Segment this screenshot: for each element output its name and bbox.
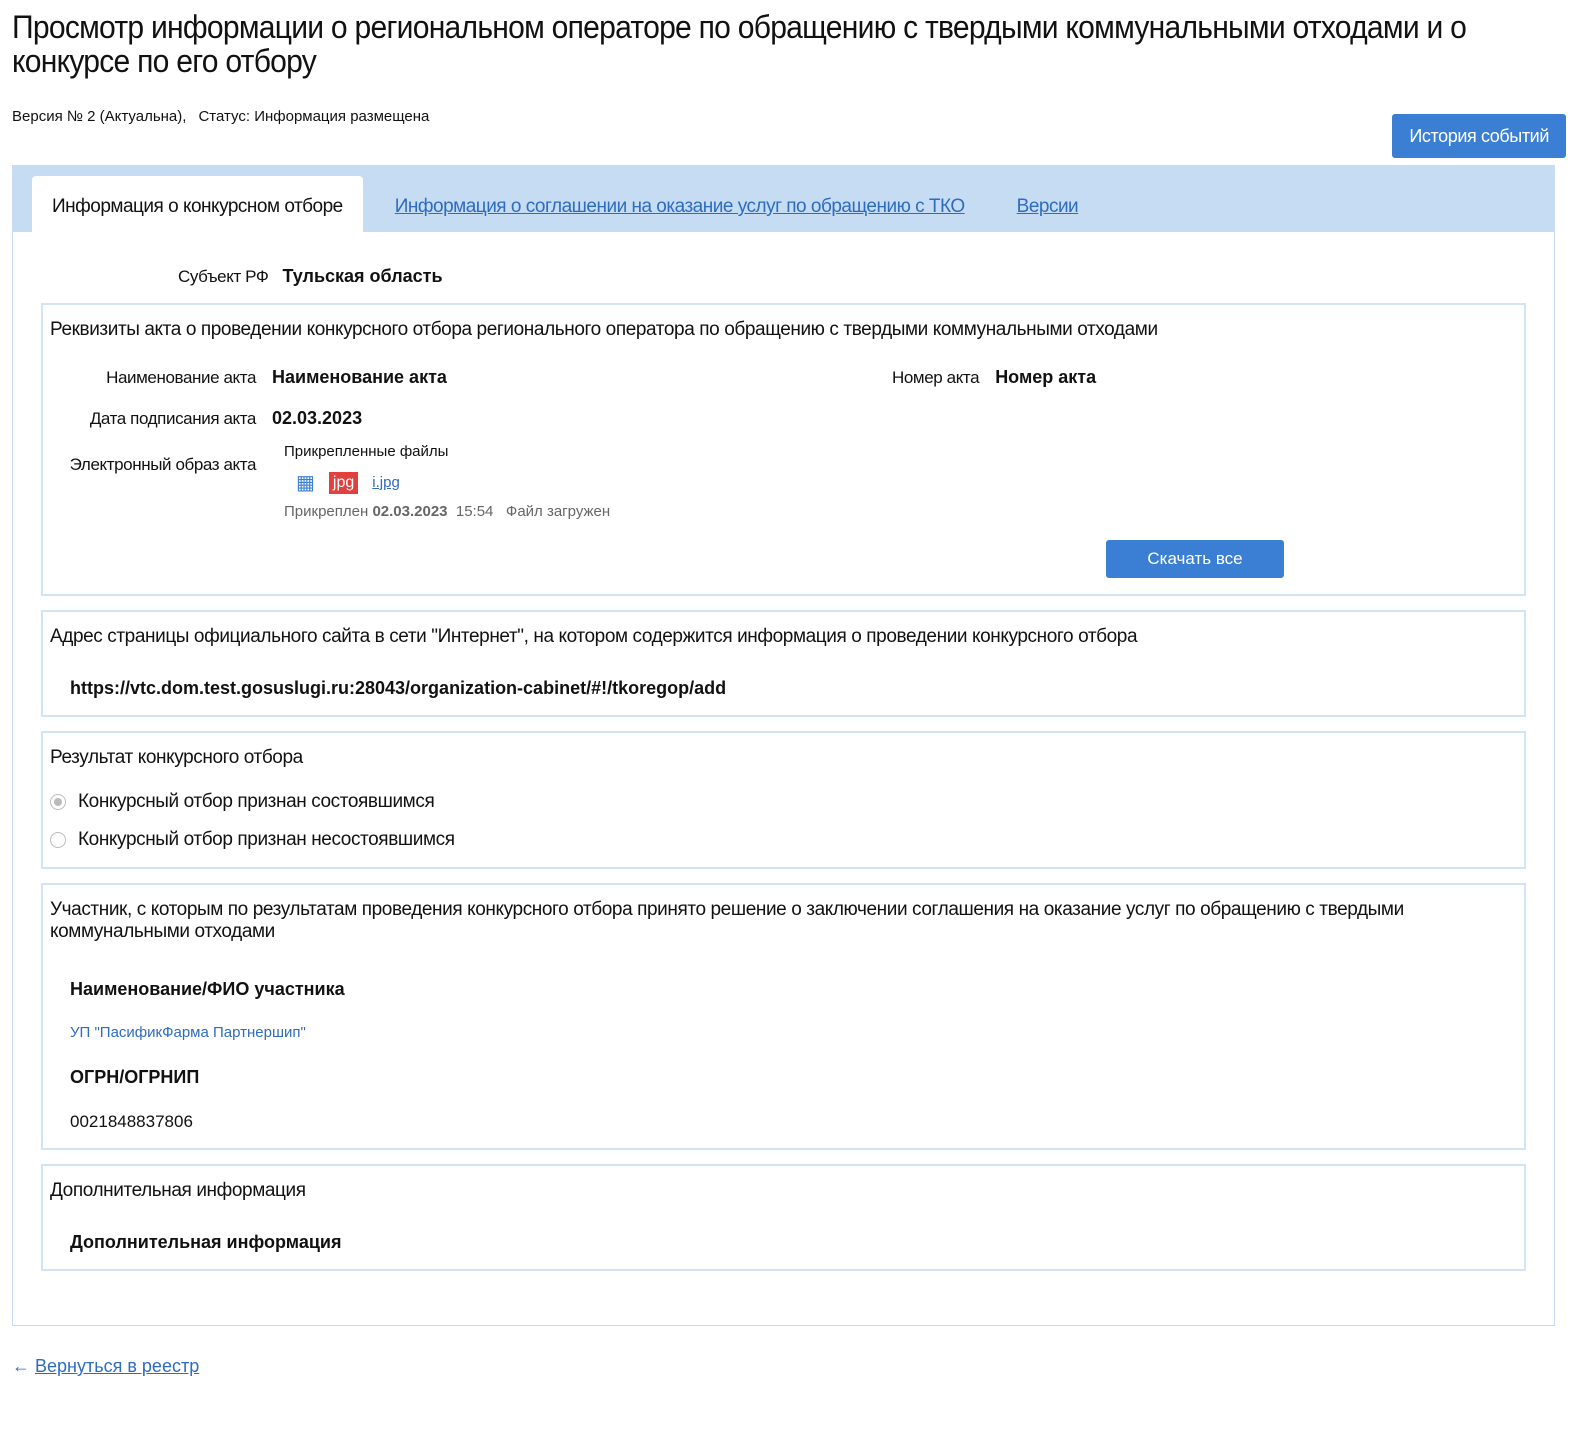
tab-agreement-info[interactable]: Информация о соглашении на оказание услу… [375, 176, 985, 232]
signature-icon[interactable]: ▦ [296, 470, 315, 495]
section-title: Дополнительная информация [50, 1180, 306, 1201]
act-date-label: Дата подписания акта [89, 409, 257, 428]
file-link[interactable]: i.jpg [372, 474, 400, 491]
history-button[interactable]: История событий [1392, 114, 1566, 158]
jpg-file-icon: jpg [328, 471, 359, 494]
radio-label: Конкурсный отбор признан состоявшимся [78, 791, 435, 812]
files-label: Прикрепленные файлы [284, 443, 449, 460]
radio-label: Конкурсный отбор признан несостоявшимся [78, 829, 455, 850]
site-url: https://vtc.dom.test.gosuslugi.ru:28043/… [70, 678, 727, 698]
page-title: Просмотр информации о региональном опера… [12, 9, 1467, 79]
file-status: Файл загружен [505, 503, 611, 520]
status-text: Статус: Информация размещена [198, 108, 430, 125]
act-image-label: Электронный образ акта [69, 455, 257, 474]
section-title: Реквизиты акта о проведении конкурсного … [50, 319, 1158, 340]
result-section: Результат конкурсного отбора Конкурсный … [41, 731, 1526, 869]
section-title: Адрес страницы официального сайта в сети… [50, 626, 1138, 647]
subject-value: Тульская область [282, 266, 443, 286]
act-number-value: Номер акта [995, 367, 1097, 387]
act-date-value: 02.03.2023 [272, 408, 363, 428]
site-section: Адрес страницы официального сайта в сети… [41, 610, 1526, 717]
ogrn-value: 0021848837806 [70, 1112, 193, 1131]
attached-date: 02.03.2023 [372, 503, 448, 520]
participant-name-label: Наименование/ФИО участника [70, 979, 345, 999]
section-title: Участник, с которым по результатам прове… [50, 899, 1404, 942]
tab-competition-info[interactable]: Информация о конкурсном отборе [32, 176, 363, 232]
act-name-label: Наименование акта [106, 368, 256, 387]
tab-versions[interactable]: Версии [997, 176, 1099, 232]
act-section: Реквизиты акта о проведении конкурсного … [41, 303, 1526, 596]
section-title: Результат конкурсного отбора [50, 747, 303, 768]
extra-value: Дополнительная информация [70, 1232, 342, 1252]
ogrn-label: ОГРН/ОГРНИП [70, 1067, 200, 1087]
radio-not-held[interactable] [50, 832, 66, 848]
back-link[interactable]: Вернуться в реестр [35, 1356, 199, 1376]
radio-held[interactable] [50, 794, 66, 810]
subject-label: Субъект РФ [178, 267, 269, 286]
act-number-label: Номер акта [892, 368, 980, 387]
act-name-value: Наименование акта [272, 367, 447, 387]
main-panel: Информация о конкурсном отборе Информаци… [12, 165, 1555, 1326]
participant-link[interactable]: УП "ПасификФарма Партнершип" [70, 1024, 306, 1041]
arrow-left-icon: ← [12, 1356, 30, 1376]
download-all-button[interactable]: Скачать все [1106, 540, 1284, 578]
extra-section: Дополнительная информация Дополнительная… [41, 1164, 1526, 1271]
tab-bar: Информация о конкурсном отборе Информаци… [13, 166, 1554, 232]
version-text: Версия № 2 (Актуальна), [12, 108, 187, 125]
attached-label: Прикреплен [284, 503, 369, 520]
participant-section: Участник, с которым по результатам прове… [41, 883, 1526, 1150]
attached-time: 15:54 [455, 503, 494, 520]
